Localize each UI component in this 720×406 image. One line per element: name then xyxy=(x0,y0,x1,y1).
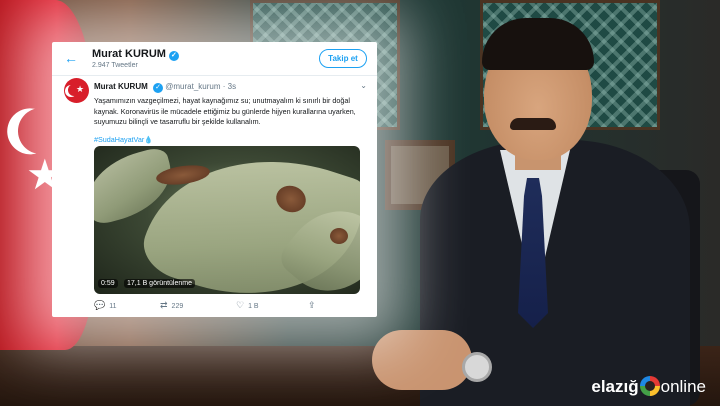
tweet-author-name[interactable]: Murat KURUM xyxy=(94,82,148,91)
reply-button[interactable]: 💬 11 xyxy=(94,300,117,311)
share-icon: ⇪ xyxy=(308,300,316,310)
reply-icon: 💬 xyxy=(94,300,106,310)
video-player[interactable]: 0:59 17,1 B görüntülenme xyxy=(94,146,360,294)
share-button[interactable]: ⇪ xyxy=(308,300,320,311)
hashtag-link[interactable]: #SudaHayatVar💧 xyxy=(94,135,367,146)
tweet-actions: 💬 11 ⇄ 229 ♡ 1 B ⇪ xyxy=(94,300,360,312)
profile-name-text: Murat KURUM xyxy=(92,48,166,60)
retweet-count: 229 xyxy=(171,303,184,310)
video-duration: 0:59 xyxy=(98,279,118,288)
verified-icon: ✓ xyxy=(168,51,179,61)
tweet-time[interactable]: 3s xyxy=(228,82,236,91)
tweet-text: Yaşamımızın vazgeçilmezi, hayat kaynağım… xyxy=(94,96,356,126)
back-arrow-icon[interactable]: ← xyxy=(64,51,78,65)
like-button[interactable]: ♡ 1 B xyxy=(236,300,259,311)
video-views: 17,1 B görüntülenme xyxy=(124,279,195,288)
person-hands xyxy=(372,330,472,390)
follow-button[interactable]: Takip et xyxy=(319,49,367,68)
logo-text-secondary: online xyxy=(660,377,706,396)
logo-ring-icon xyxy=(639,376,660,396)
person-mustache xyxy=(510,118,556,130)
tweet-count: 2.947 Tweetler xyxy=(92,62,138,69)
profile-name: Murat KURUM ✓ xyxy=(92,48,179,61)
heart-icon: ♡ xyxy=(236,300,245,310)
water-drop-icon: 💧 xyxy=(144,136,153,144)
tweet-header: Murat KURUM ✓ @murat_kurum · 3s ⌄ xyxy=(94,81,367,94)
reply-count: 11 xyxy=(109,303,117,310)
tweet-card: ← Murat KURUM ✓ 2.947 Tweetler Takip et ★… xyxy=(52,42,377,317)
chevron-down-icon[interactable]: ⌄ xyxy=(360,81,367,90)
like-count: 1 B xyxy=(248,303,259,310)
retweet-button[interactable]: ⇄ 229 xyxy=(160,300,183,311)
separator-dot: · xyxy=(222,82,226,91)
retweet-icon: ⇄ xyxy=(160,300,168,310)
tweet-body: Murat KURUM ✓ @murat_kurum · 3s ⌄ Yaşamı… xyxy=(52,76,377,146)
site-logo: elazığ online xyxy=(591,376,706,400)
seed-image xyxy=(330,228,348,244)
profile-header: ← Murat KURUM ✓ 2.947 Tweetler Takip et xyxy=(52,42,377,76)
tweet-handle[interactable]: @murat_kurum xyxy=(165,82,220,91)
hashtag-text[interactable]: #SudaHayatVar xyxy=(94,135,144,144)
logo-text-primary: elazığ xyxy=(591,377,639,396)
wristwatch xyxy=(462,352,492,382)
verified-icon: ✓ xyxy=(153,83,164,93)
